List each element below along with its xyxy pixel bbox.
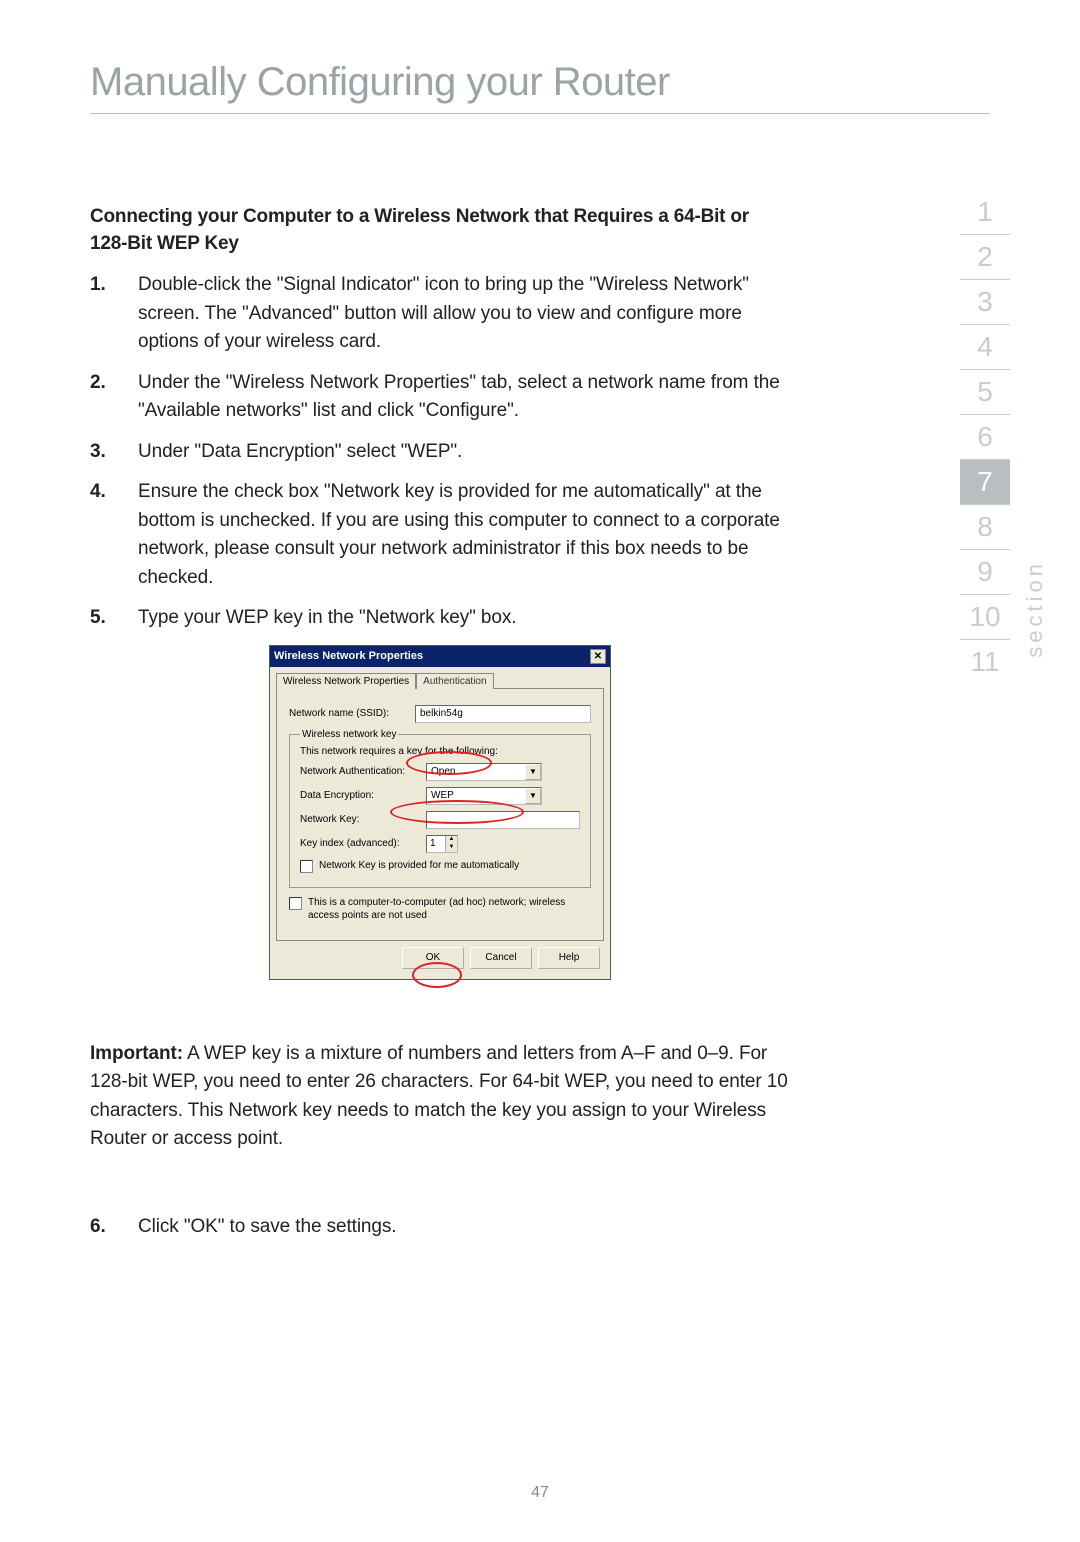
nav-item-4[interactable]: 4: [960, 325, 1010, 370]
nav-item-9[interactable]: 9: [960, 550, 1010, 595]
nav-item-6[interactable]: 6: [960, 415, 1010, 460]
auth-label: Network Authentication:: [300, 766, 420, 777]
step-text: Type your WEP key in the "Network key" b…: [138, 604, 790, 633]
step-number: 5.: [90, 604, 138, 633]
auto-key-checkbox[interactable]: [300, 860, 313, 873]
important-lead: Important:: [90, 1043, 183, 1064]
nav-item-1[interactable]: 1: [960, 190, 1010, 235]
nav-item-8[interactable]: 8: [960, 505, 1010, 550]
help-button[interactable]: Help: [538, 947, 600, 969]
dialog-titlebar: Wireless Network Properties ✕: [270, 646, 610, 667]
dialog-title: Wireless Network Properties: [274, 650, 423, 662]
steps-list: 1.Double-click the "Signal Indicator" ic…: [90, 271, 790, 633]
network-key-label: Network Key:: [300, 814, 420, 825]
page-number: 47: [0, 1484, 1080, 1502]
step-text: Under "Data Encryption" select "WEP".: [138, 438, 790, 467]
nav-item-2[interactable]: 2: [960, 235, 1010, 280]
chevron-down-icon[interactable]: ▼: [525, 764, 541, 780]
ssid-input[interactable]: belkin54g: [415, 705, 591, 723]
section-nav: 1 2 3 4 5 6 7 8 9 10 11: [960, 190, 1010, 684]
close-icon[interactable]: ✕: [590, 649, 606, 664]
nav-item-7-active[interactable]: 7: [960, 460, 1010, 505]
key-index-value: 1: [427, 836, 445, 852]
arrow-up-icon[interactable]: ▲: [445, 836, 457, 844]
encryption-label: Data Encryption:: [300, 790, 420, 801]
auth-dropdown[interactable]: Open ▼: [426, 763, 542, 781]
adhoc-label: This is a computer-to-computer (ad hoc) …: [308, 896, 591, 922]
arrow-down-icon[interactable]: ▼: [445, 844, 457, 852]
important-note: Important: A WEP key is a mixture of num…: [90, 1040, 790, 1154]
network-key-input[interactable]: [426, 811, 580, 829]
nav-item-11[interactable]: 11: [960, 640, 1010, 684]
nav-item-3[interactable]: 3: [960, 280, 1010, 325]
step-text: Click "OK" to save the settings.: [138, 1213, 790, 1242]
encryption-dropdown[interactable]: WEP ▼: [426, 787, 542, 805]
adhoc-checkbox[interactable]: [289, 897, 302, 910]
step-number: 4.: [90, 478, 138, 507]
step-text: Under the "Wireless Network Properties" …: [138, 369, 790, 426]
tab-wireless-properties[interactable]: Wireless Network Properties: [276, 673, 416, 689]
nav-item-5[interactable]: 5: [960, 370, 1010, 415]
subheading: Connecting your Computer to a Wireless N…: [90, 204, 790, 257]
section-label: section: [1022, 560, 1048, 658]
wireless-properties-dialog: Wireless Network Properties ✕ Wireless N…: [269, 645, 611, 980]
step-text: Ensure the check box "Network key is pro…: [138, 478, 790, 592]
step-number: 6.: [90, 1213, 138, 1242]
cancel-button[interactable]: Cancel: [470, 947, 532, 969]
ssid-label: Network name (SSID):: [289, 708, 409, 719]
tab-authentication[interactable]: Authentication: [416, 673, 493, 689]
step-text: Double-click the "Signal Indicator" icon…: [138, 271, 790, 357]
page-title: Manually Configuring your Router: [90, 60, 990, 105]
step-number: 3.: [90, 438, 138, 467]
steps-list-continued: 6.Click "OK" to save the settings.: [90, 1213, 790, 1242]
auth-value: Open: [431, 766, 455, 777]
title-divider: [90, 113, 990, 114]
key-index-stepper[interactable]: 1 ▲▼: [426, 835, 458, 853]
encryption-value: WEP: [431, 790, 454, 801]
requires-text: This network requires a key for the foll…: [300, 746, 580, 757]
step-number: 1.: [90, 271, 138, 300]
key-index-label: Key index (advanced):: [300, 838, 420, 849]
ok-button[interactable]: OK: [402, 947, 464, 969]
auto-key-label: Network Key is provided for me automatic…: [319, 859, 519, 872]
step-number: 2.: [90, 369, 138, 398]
chevron-down-icon[interactable]: ▼: [525, 788, 541, 804]
fieldset-legend: Wireless network key: [300, 729, 398, 740]
nav-item-10[interactable]: 10: [960, 595, 1010, 640]
important-body: A WEP key is a mixture of numbers and le…: [90, 1043, 788, 1150]
